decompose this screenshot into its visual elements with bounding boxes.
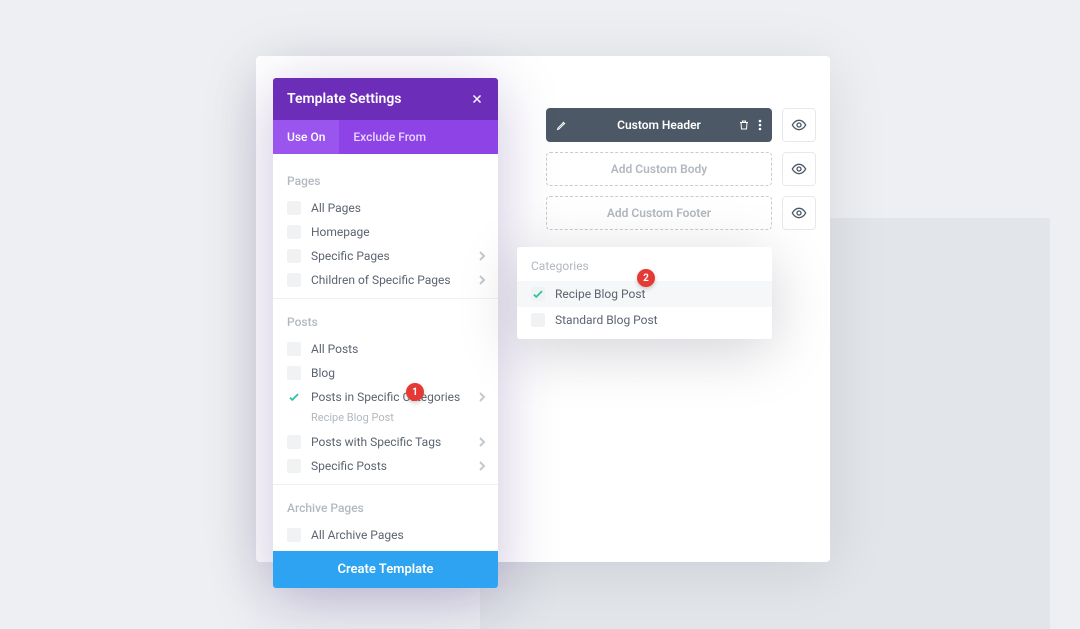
custom-header-slot[interactable]: Custom Header — [546, 108, 772, 142]
panel-tabs: Use On Exclude From — [273, 120, 498, 154]
divider — [273, 298, 498, 299]
add-footer-label: Add Custom Footer — [607, 206, 711, 220]
item-children-specific-pages[interactable]: Children of Specific Pages — [273, 268, 498, 292]
more-vert-icon[interactable] — [758, 119, 762, 131]
eye-icon — [791, 117, 807, 133]
flyout-item-standard[interactable]: Standard Blog Post — [517, 307, 772, 333]
callout-badge-2: 2 — [637, 269, 655, 287]
item-all-posts[interactable]: All Posts — [273, 337, 498, 361]
check-icon — [287, 390, 301, 404]
item-all-archive-pages[interactable]: All Archive Pages — [273, 523, 498, 547]
visibility-toggle-body[interactable] — [782, 152, 816, 186]
item-specific-pages[interactable]: Specific Pages — [273, 244, 498, 268]
section-label-pages: Pages — [273, 164, 498, 196]
item-posts-specific-categories[interactable]: Posts in Specific Categories — [273, 385, 498, 409]
eye-icon — [791, 205, 807, 221]
item-specific-posts[interactable]: Specific Posts — [273, 454, 498, 478]
template-slots-column: Custom Header Add Custom Body — [546, 108, 816, 240]
check-icon — [531, 287, 545, 301]
chevron-right-icon — [478, 461, 486, 471]
chevron-right-icon — [478, 392, 486, 402]
template-settings-panel: Template Settings Use On Exclude From Pa… — [273, 78, 498, 588]
visibility-toggle-footer[interactable] — [782, 196, 816, 230]
item-posts-specific-tags[interactable]: Posts with Specific Tags — [273, 430, 498, 454]
item-sub-recipe: Recipe Blog Post — [273, 409, 498, 430]
chevron-right-icon — [478, 437, 486, 447]
item-homepage[interactable]: Homepage — [273, 220, 498, 244]
chevron-right-icon — [478, 275, 486, 285]
tab-use-on[interactable]: Use On — [273, 120, 339, 154]
panel-title: Template Settings — [287, 91, 402, 107]
callout-badge-1: 1 — [406, 383, 424, 401]
item-blog[interactable]: Blog — [273, 361, 498, 385]
add-custom-footer-slot[interactable]: Add Custom Footer — [546, 196, 772, 230]
pencil-icon — [556, 119, 568, 131]
categories-flyout: Categories Recipe Blog Post Standard Blo… — [517, 247, 772, 339]
tab-exclude-from[interactable]: Exclude From — [339, 120, 440, 154]
section-label-archive: Archive Pages — [273, 491, 498, 523]
item-all-pages[interactable]: All Pages — [273, 196, 498, 220]
add-custom-body-slot[interactable]: Add Custom Body — [546, 152, 772, 186]
create-template-button[interactable]: Create Template — [273, 551, 498, 588]
trash-icon[interactable] — [738, 119, 750, 131]
add-body-label: Add Custom Body — [611, 162, 707, 176]
section-label-posts: Posts — [273, 305, 498, 337]
visibility-toggle-header[interactable] — [782, 108, 816, 142]
eye-icon — [791, 161, 807, 177]
panel-header: Template Settings — [273, 78, 498, 120]
custom-header-label: Custom Header — [617, 118, 701, 132]
divider — [273, 484, 498, 485]
close-icon[interactable] — [470, 92, 484, 106]
chevron-right-icon — [478, 251, 486, 261]
